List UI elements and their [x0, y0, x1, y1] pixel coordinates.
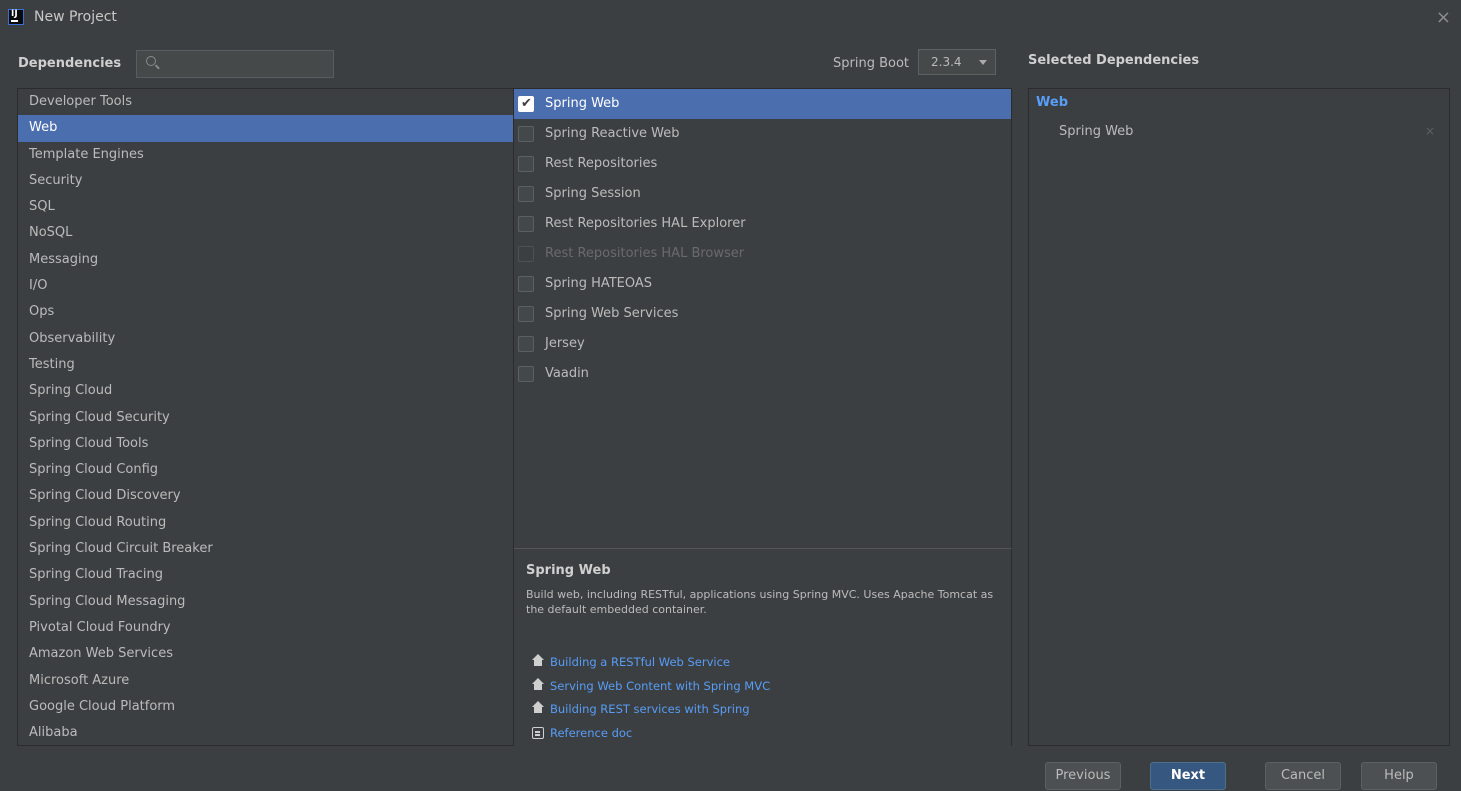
selected-dependencies-title: Selected Dependencies	[1028, 53, 1200, 68]
previous-button[interactable]: Previous	[1045, 762, 1121, 790]
description-text: Build web, including RESTful, applicatio…	[526, 588, 994, 616]
dependency-label: Rest Repositories HAL Browser	[545, 246, 745, 261]
category-list: Developer Tools Web Template Engines Securi…	[17, 88, 514, 746]
checkbox[interactable]	[518, 276, 534, 292]
dependency-list: ✔ Spring Web Spring Reactive Web Rest Repos…	[514, 88, 1012, 548]
category-item[interactable]: Spring Cloud Discovery	[18, 483, 513, 509]
description-title: Spring Web	[526, 563, 611, 578]
category-item[interactable]: I/O	[18, 273, 513, 299]
intellij-logo-icon: IJ	[8, 9, 24, 25]
link-label: Building a RESTful Web Service	[550, 655, 731, 669]
category-item[interactable]: Spring Cloud Messaging	[18, 589, 513, 615]
category-item[interactable]: Spring Cloud Security	[18, 405, 513, 431]
next-button[interactable]: Next	[1150, 762, 1226, 790]
category-item[interactable]: Spring Cloud Routing	[18, 510, 513, 536]
link-label: Serving Web Content with Spring MVC	[550, 679, 771, 693]
category-item[interactable]: Spring Cloud Tools	[18, 431, 513, 457]
dependency-row[interactable]: Spring HATEOAS	[514, 269, 1011, 299]
description-panel: Spring Web Build web, including RESTful,…	[514, 548, 1012, 746]
checkbox[interactable]	[518, 186, 534, 202]
category-item[interactable]: Spring Cloud	[18, 378, 513, 404]
category-item[interactable]: Messaging	[18, 247, 513, 273]
checkbox[interactable]	[518, 306, 534, 322]
category-item[interactable]: Testing	[18, 352, 513, 378]
checkbox[interactable]	[518, 126, 534, 142]
category-item[interactable]: Amazon Web Services	[18, 641, 513, 667]
close-icon[interactable]: ×	[1436, 6, 1451, 30]
category-item[interactable]: Template Engines	[18, 142, 513, 168]
category-item[interactable]: Alibaba	[18, 720, 513, 746]
reference-doc-link[interactable]: Reference doc	[532, 724, 632, 742]
checkbox[interactable]	[518, 156, 534, 172]
selected-dependencies-panel: Web Spring Web ×	[1028, 88, 1450, 746]
link-label: Reference doc	[550, 726, 633, 740]
dependency-label: Rest Repositories HAL Explorer	[545, 216, 746, 231]
category-item[interactable]: Web	[18, 115, 513, 142]
dependency-label: Spring HATEOAS	[545, 276, 653, 291]
dependency-row[interactable]: Spring Web Services	[514, 299, 1011, 329]
checkmark-icon: ✔	[521, 96, 532, 111]
selected-group-web: Web	[1036, 95, 1068, 110]
category-item[interactable]: SQL	[18, 194, 513, 220]
doc-icon	[532, 727, 544, 739]
dependency-label: Jersey	[545, 336, 585, 351]
category-item[interactable]: Observability	[18, 326, 513, 352]
checkbox[interactable]	[518, 336, 534, 352]
dependency-row[interactable]: Jersey	[514, 329, 1011, 359]
dependency-label: Vaadin	[545, 366, 589, 381]
dependency-row[interactable]: Rest Repositories	[514, 149, 1011, 179]
dependency-label: Spring Web	[545, 96, 620, 111]
guide-link[interactable]: Serving Web Content with Spring MVC	[532, 677, 770, 695]
category-item[interactable]: Ops	[18, 299, 513, 325]
spring-boot-label: Spring Boot	[833, 56, 910, 71]
title-bar: IJ New Project ×	[0, 0, 1461, 42]
search-input[interactable]	[163, 54, 327, 74]
dependency-label: Rest Repositories	[545, 156, 658, 171]
chevron-down-icon	[979, 60, 987, 65]
category-item[interactable]: Spring Cloud Circuit Breaker	[18, 536, 513, 562]
home-icon	[532, 654, 544, 667]
dependency-row[interactable]: Vaadin	[514, 359, 1011, 389]
link-label: Building REST services with Spring	[550, 702, 750, 716]
category-item[interactable]: NoSQL	[18, 220, 513, 246]
search-field[interactable]	[136, 50, 334, 78]
checkbox	[518, 246, 534, 262]
category-item[interactable]: Google Cloud Platform	[18, 694, 513, 720]
guide-link[interactable]: Building REST services with Spring	[532, 700, 750, 718]
window-title: New Project	[34, 9, 117, 25]
dependency-row[interactable]: Rest Repositories HAL Explorer	[514, 209, 1011, 239]
dependency-row[interactable]: Spring Reactive Web	[514, 119, 1011, 149]
selected-item-spring-web: Spring Web	[1059, 124, 1134, 139]
dependency-label: Spring Web Services	[545, 306, 679, 321]
category-item[interactable]: Microsoft Azure	[18, 668, 513, 694]
dependencies-label: Dependencies	[18, 56, 122, 71]
checkbox[interactable]: ✔	[518, 96, 534, 112]
cancel-button[interactable]: Cancel	[1265, 762, 1341, 790]
category-item[interactable]: Spring Cloud Tracing	[18, 562, 513, 588]
dependency-label: Spring Reactive Web	[545, 126, 680, 141]
home-icon	[532, 678, 544, 691]
help-button[interactable]: Help	[1361, 762, 1437, 790]
dependency-label: Spring Session	[545, 186, 641, 201]
home-icon	[532, 701, 544, 714]
dependency-row[interactable]: Spring Session	[514, 179, 1011, 209]
guide-link[interactable]: Building a RESTful Web Service	[532, 653, 730, 671]
category-item[interactable]: Spring Cloud Config	[18, 457, 513, 483]
dependency-row[interactable]: ✔ Spring Web	[514, 89, 1011, 119]
category-item[interactable]: Pivotal Cloud Foundry	[18, 615, 513, 641]
spring-boot-version: 2.3.4	[931, 55, 962, 69]
remove-icon[interactable]: ×	[1425, 124, 1435, 138]
category-item[interactable]: Developer Tools	[18, 89, 513, 115]
category-item[interactable]: Security	[18, 168, 513, 194]
spring-boot-version-select[interactable]: 2.3.4	[918, 49, 996, 75]
dependency-row: Rest Repositories HAL Browser	[514, 239, 1011, 269]
search-icon	[146, 56, 156, 66]
checkbox[interactable]	[518, 366, 534, 382]
checkbox[interactable]	[518, 216, 534, 232]
